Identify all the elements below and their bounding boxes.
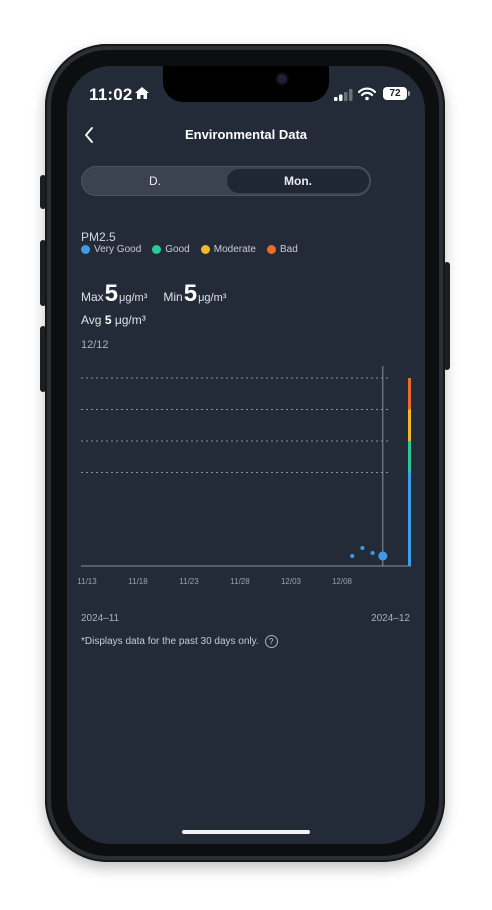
pm25-chart[interactable]: 11/13 11/18 11/23 11/28 12/03 12/08: [67, 356, 425, 596]
x-axis-ticks: 11/13 11/18 11/23 11/28 12/03 12/08: [77, 577, 352, 586]
cellular-signal-icon: [334, 89, 353, 101]
scale-bar-segment: [408, 378, 411, 410]
tab-month[interactable]: Mon.: [227, 169, 369, 193]
scale-bar-segment: [408, 441, 411, 473]
x-tick-label: 12/08: [332, 577, 353, 586]
battery-indicator: 72: [383, 87, 410, 100]
metric-title: PM2.5: [81, 230, 116, 244]
min-unit: μg/m³: [198, 292, 227, 304]
max-value: 5: [104, 280, 119, 307]
average-stat: Avg 5 μg/m³: [81, 313, 146, 327]
avg-unit: μg/m³: [114, 313, 146, 327]
quality-scale-bar: [408, 378, 411, 566]
footnote: *Displays data for the past 30 days only…: [81, 635, 278, 648]
home-indicator[interactable]: [182, 830, 310, 834]
scale-bar-segment: [408, 409, 411, 441]
max-label: Max: [81, 290, 104, 304]
legend-label: Good: [165, 244, 190, 255]
app-screen: 11:02 72 Environmental Data D. Mon. PM2.…: [67, 66, 425, 844]
data-points: [350, 546, 388, 561]
data-point[interactable]: [350, 554, 355, 558]
range-end-month: 2024–12: [371, 613, 410, 624]
wifi-icon: [358, 87, 376, 101]
chart-grid: [81, 377, 389, 473]
legend-item-very-good: Very Good: [81, 244, 141, 255]
max-min-stats: Max 5 μg/m³ Min 5 μg/m³: [81, 280, 226, 308]
air-quality-legend: Very Good Good Moderate Bad: [81, 244, 298, 255]
legend-label: Very Good: [94, 244, 142, 255]
footnote-text: *Displays data for the past 30 days only…: [81, 636, 259, 647]
legend-dot-very-good: [81, 245, 90, 254]
front-camera: [277, 74, 287, 84]
status-time: 11:02: [89, 85, 133, 104]
range-start-month: 2024–11: [81, 613, 120, 624]
data-point[interactable]: [370, 551, 375, 555]
selected-date: 12/12: [81, 339, 109, 351]
x-tick-label: 11/18: [128, 577, 148, 586]
x-tick-label: 11/28: [230, 577, 250, 586]
avg-label: Avg: [81, 313, 102, 327]
house-icon: [135, 87, 149, 99]
selected-data-point[interactable]: [378, 551, 388, 561]
legend-label: Moderate: [213, 244, 256, 255]
x-tick-label: 11/13: [77, 577, 97, 586]
legend-dot-moderate: [200, 245, 210, 254]
x-tick-label: 11/23: [179, 577, 199, 586]
legend-dot-bad: [266, 245, 276, 254]
tab-day[interactable]: D.: [84, 169, 226, 193]
x-tick-label: 12/03: [281, 577, 302, 586]
legend-label: Bad: [279, 244, 298, 255]
legend-item-good: Good: [152, 244, 190, 255]
legend-item-bad: Bad: [266, 244, 298, 255]
min-label: Min: [163, 290, 183, 304]
max-unit: μg/m³: [119, 292, 148, 304]
data-point[interactable]: [360, 546, 365, 550]
period-segmented-control: D. Mon.: [81, 166, 371, 196]
scale-bar-segment: [408, 472, 411, 566]
min-value: 5: [183, 280, 198, 307]
notch: [163, 66, 329, 102]
question-mark-icon[interactable]: ?: [264, 635, 278, 648]
page-title: Environmental Data: [184, 127, 308, 142]
legend-dot-good: [152, 245, 162, 254]
legend-item-moderate: Moderate: [200, 244, 256, 255]
avg-value: 5: [104, 313, 112, 327]
